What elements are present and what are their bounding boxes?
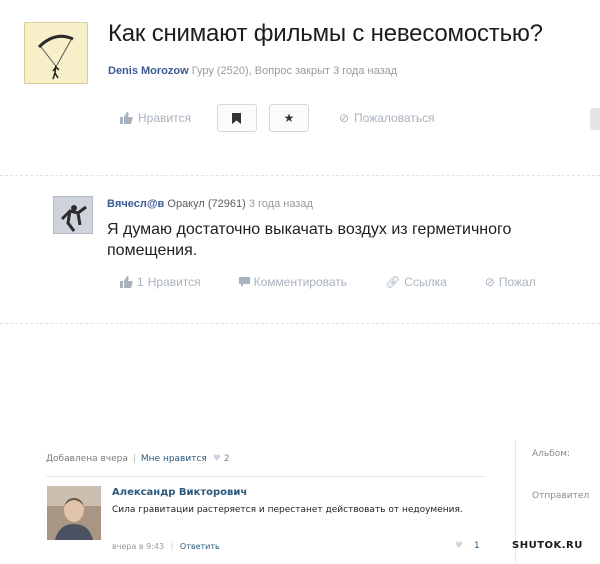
comment-like-count: 1 [473,541,480,551]
photo-like-link[interactable]: Мне нравится [141,454,207,464]
heart-icon[interactable]: ♥ [213,454,221,464]
comment-author-link[interactable]: Александр Викторович [112,487,247,498]
separator: | [132,454,136,464]
photo-added-info: Добавлена вчера | Мне нравится ♥ 2 [46,454,230,464]
comment-avatar[interactable] [47,486,101,540]
answer-link-label: Ссылка [404,275,447,289]
comment-footer: вчера в 9:43 | Ответить [112,542,220,551]
divider [0,175,600,176]
ban-icon: ⊘ [484,275,495,289]
question-title: Как снимают фильмы с невесомостью? [108,20,543,47]
answer-text: Я думаю достаточно выкачать воздух из ге… [107,221,512,259]
answer-actions: 1 Нравится Комментировать 🔗︎ Ссылка ⊘ По… [120,275,574,289]
question-report-button[interactable]: ⊘ Пожаловаться [339,111,435,125]
thumbs-up-icon [120,276,133,288]
answer-report-label: Пожал [498,275,536,289]
answer-like-button[interactable]: 1 Нравится [120,275,201,289]
bookmark-button[interactable] [216,104,257,132]
question-like-button[interactable]: Нравится [120,111,191,125]
question-like-label: Нравится [138,111,191,125]
separator: | [170,542,174,551]
answer-comment-label: Комментировать [253,275,348,289]
heart-icon: ♥ [455,541,464,551]
answer-like-count: 1 [137,275,144,289]
answer-author-link[interactable]: Вячесл@в [107,198,164,210]
skydiver-image [54,197,92,233]
star-icon: ★ [283,111,295,125]
cut-off-button[interactable] [590,108,600,130]
answer-comment-button[interactable]: Комментировать [238,275,348,289]
answer-rank: Оракул (72961) [167,198,246,210]
divider [0,323,600,324]
divider [46,476,486,477]
favorite-button[interactable]: ★ [268,104,309,132]
comment-reply-link[interactable]: Ответить [180,542,220,551]
photo-added-text: Добавлена вчера [46,454,128,464]
comment-icon [238,276,250,287]
answer-avatar[interactable] [53,196,93,234]
link-icon: 🔗︎ [385,275,401,289]
answer-report-button[interactable]: ⊘ Пожал [485,275,536,289]
question-actions: Нравится ★ ⊘ Пожаловаться [120,104,435,132]
comment-text: Сила гравитации растеряется и перестанет… [112,505,463,515]
watermark: SHUTOK.RU [512,540,583,551]
sender-label: Отправител [532,491,590,501]
avatar-photo [47,486,101,540]
parachutist-image [37,34,74,80]
question-report-label: Пожаловаться [354,111,435,125]
album-label: Альбом: [532,449,571,459]
comment-like-button[interactable]: ♥ 1 [455,541,480,551]
answer-time: 3 года назад [248,198,313,210]
comment-time: вчера в 9:43 [112,542,165,551]
answer-like-label: Нравится [147,275,201,289]
question-avatar[interactable] [24,22,88,84]
question-author-link[interactable]: Denis Morozow [108,65,189,77]
answer-meta: Вячесл@в Оракул (72961) 3 года назад [107,198,313,210]
answer-link-button[interactable]: 🔗︎ Ссылка [385,275,447,289]
question-meta-text: Гуру (2520), Вопрос закрыт 3 года назад [191,65,398,77]
thumbs-up-icon [120,112,133,124]
bookmark-icon [232,112,242,124]
photo-like-count: 2 [223,454,230,464]
ban-icon: ⊘ [338,111,350,125]
question-meta: Denis Morozow Гуру (2520), Вопрос закрыт… [108,65,397,77]
